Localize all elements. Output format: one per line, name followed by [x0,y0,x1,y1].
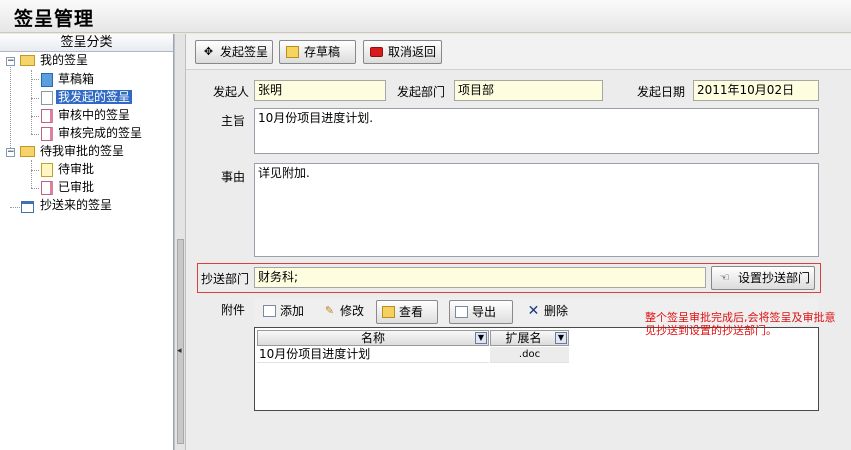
tree-node-review-complete[interactable]: 审核完成的签呈 [56,125,144,142]
export-attachment-button[interactable]: 导出 [449,300,513,324]
edit-attachment-label: 修改 [340,304,365,318]
tree-node-label: 我发起的签呈 [56,90,133,104]
add-attachment-label: 添加 [280,304,305,318]
tree-connector [31,160,32,188]
document-icon [41,109,53,123]
delete-attachment-label: 删除 [544,304,569,318]
filter-dropdown-icon[interactable]: ▼ [475,332,487,344]
tree-node-my-signoffs[interactable]: 我的签呈 [38,52,90,69]
subject-label: 主旨 [221,114,246,128]
initiator-label: 发起人 [213,85,250,99]
tree-node-initiated[interactable]: 我发起的签呈 [56,89,133,106]
tree-connector [10,61,11,152]
tree-connector [31,170,39,171]
view-attachment-button[interactable]: 查看 [376,300,438,324]
attachments-grid: 名称 ▼ 扩展名 ▼ 10月份项目进度计划 .doc [254,327,819,411]
save-draft-label: 存草稿 [304,45,341,59]
filter-dropdown-icon[interactable]: ▼ [555,332,567,344]
table-row-name-cell[interactable]: 10月份项目进度计划 [257,347,489,363]
submit-signoff-button[interactable]: ✥ 发起签呈 [195,40,273,64]
save-draft-icon [286,46,299,58]
collapse-toggle[interactable]: − [6,148,15,157]
tree-node-label: 审核中的签呈 [58,108,131,122]
open-folder-icon [382,306,395,318]
tree-connector [31,98,39,99]
delete-x-icon: ✕ [527,303,540,319]
document-icon [41,163,53,177]
save-draft-button[interactable]: 存草稿 [279,40,356,64]
tree-node-pending-my-approval[interactable]: 待我审批的签呈 [38,143,126,160]
tree-node-in-review[interactable]: 审核中的签呈 [56,107,132,124]
column-header-extension-label: 扩展名 [505,331,542,345]
export-icon [455,306,468,318]
folder-icon [20,146,35,157]
tree-node-approved[interactable]: 已审批 [56,179,96,196]
edit-attachment-button[interactable]: ✎ 修改 [318,300,372,324]
column-header-extension[interactable]: 扩展名 ▼ [490,330,569,346]
view-attachment-label: 查看 [399,305,424,319]
department-label: 发起部门 [397,85,446,99]
attachments-label: 附件 [221,303,246,317]
submit-signoff-label: 发起签呈 [220,45,269,59]
document-icon [41,127,53,141]
tree-node-label: 已审批 [58,180,95,194]
send-icon: ✥ [203,45,214,58]
page-title: 签呈管理 [14,8,95,30]
matter-label: 事由 [221,170,246,184]
cc-label: 抄送部门 [201,272,250,286]
cancel-return-label: 取消返回 [388,45,437,59]
tree-connector [31,79,39,80]
date-label: 发起日期 [637,85,686,99]
tree-node-label: 我的签呈 [40,53,89,67]
tree-node-cc-received[interactable]: 抄送来的签呈 [38,197,114,214]
matter-textarea[interactable]: 详见附加. [254,163,819,257]
splitter-grip[interactable] [177,239,184,444]
cc-hint-note: 整个签呈审批完成后,会将签呈及审批意见抄送到设置的抄送部门。 [645,311,836,337]
column-header-name[interactable]: 名称 ▼ [257,330,489,346]
collapse-toggle[interactable]: − [6,57,15,66]
date-field[interactable]: 2011年10月02日 [693,80,819,101]
document-icon [41,91,53,105]
category-panel-header: 签呈分类 [0,34,173,52]
cancel-icon [370,47,383,57]
tree-node-label: 审核完成的签呈 [58,126,143,140]
tree-connector [31,134,39,135]
cancel-return-button[interactable]: 取消返回 [363,40,442,64]
document-icon [41,181,53,195]
calendar-icon [21,201,34,213]
title-bar: 签呈管理 [0,0,851,33]
category-panel: 签呈分类 − 我的签呈 草稿箱 我发起的签呈 审核中的签呈 审核完成的签呈 − … [0,34,174,450]
tree-node-label: 草稿箱 [58,72,95,86]
department-field[interactable]: 项目部 [454,80,603,101]
add-attachment-button[interactable]: 添加 [258,300,314,324]
panel-splitter[interactable]: ◂ [174,34,186,450]
set-cc-department-button[interactable]: ☜ 设置抄送部门 [711,266,815,290]
draft-icon [41,73,53,87]
delete-attachment-button[interactable]: ✕ 删除 [522,300,572,324]
table-row-extension-cell[interactable]: .doc [490,347,569,363]
initiator-field[interactable]: 张明 [254,80,386,101]
hand-pointer-icon: ☜ [719,271,730,284]
tree-connector [10,207,20,208]
subject-textarea[interactable]: 10月份项目进度计划. [254,108,819,154]
pencil-icon: ✎ [324,304,335,317]
add-icon [263,305,276,317]
tree-node-label: 抄送来的签呈 [40,198,113,212]
toolbar: ✥ 发起签呈 存草稿 取消返回 [186,34,851,70]
column-header-name-label: 名称 [360,331,385,345]
cc-department-field[interactable]: 财务科; [254,267,706,288]
tree-node-drafts[interactable]: 草稿箱 [56,71,96,88]
folder-icon [20,55,35,66]
tree-connector [31,116,39,117]
tree-node-pending[interactable]: 待审批 [56,161,96,178]
collapse-arrow-icon[interactable]: ◂ [177,346,182,356]
tree-connector [31,188,39,189]
set-cc-department-label: 设置抄送部门 [738,271,811,285]
tree-node-label: 待我审批的签呈 [40,144,125,158]
tree-node-label: 待审批 [58,162,95,176]
export-attachment-label: 导出 [472,305,497,319]
